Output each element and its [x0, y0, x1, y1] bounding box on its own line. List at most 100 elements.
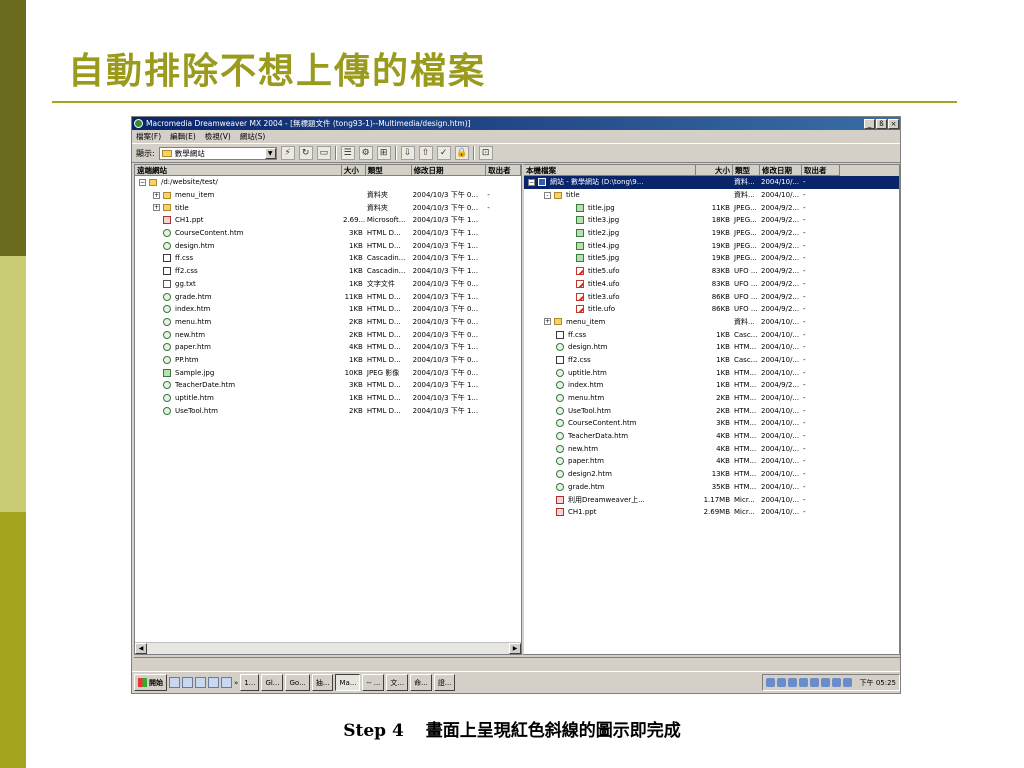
tray-icon[interactable] — [842, 678, 852, 687]
taskbar-task-button[interactable]: 抽... — [311, 674, 334, 691]
tray-icon[interactable] — [765, 678, 775, 687]
table-row[interactable]: index.htm 1KB HTML D... 2004/10/3 下午 0... — [135, 303, 521, 316]
tray-icon[interactable] — [831, 678, 841, 687]
table-row[interactable]: menu.htm 2KB HTM... 2004/10/... - — [524, 392, 899, 405]
menu-view[interactable]: 檢視(V) — [205, 131, 231, 142]
taskbar-task-button[interactable]: 證... — [433, 674, 456, 691]
table-row[interactable]: title4.jpg 19KB JPEG... 2004/9/2... - — [524, 239, 899, 252]
quick-launch-folder-icon[interactable] — [208, 677, 219, 688]
taskbar-task-button[interactable]: Go... — [285, 674, 310, 691]
table-row[interactable]: uptitle.htm 1KB HTM... 2004/10/... - — [524, 366, 899, 379]
menu-file[interactable]: 檔案(F) — [136, 131, 161, 142]
quick-launch-desktop-icon[interactable] — [195, 677, 206, 688]
quick-launch-search-icon[interactable] — [221, 677, 232, 688]
table-row[interactable]: gg.txt 1KB 文字文件 2004/10/3 下午 0... — [135, 278, 521, 291]
site-map-icon[interactable]: ⊞ — [376, 146, 391, 160]
chevron-down-icon[interactable]: ▼ — [264, 147, 276, 159]
testing-server-icon[interactable]: ⚙ — [358, 146, 373, 160]
table-row[interactable]: UseTool.htm 2KB HTM... 2004/10/... - — [524, 404, 899, 417]
table-row[interactable]: CH1.ppt 2.69... Microsoft... 2004/10/3 下午 1… — [135, 214, 521, 227]
refresh-icon[interactable]: ↻ — [298, 146, 313, 160]
expand-toggle[interactable]: + — [153, 191, 160, 199]
table-row[interactable]: design2.htm 13KB HTM... 2004/10/... - — [524, 468, 899, 481]
menu-site[interactable]: 網站(S) — [240, 131, 266, 142]
table-row[interactable]: grade.htm 11KB HTML D... 2004/10/3 下午 1... — [135, 290, 521, 303]
table-row[interactable]: title3.ufo 86KB UFO ... 2004/9/2... - — [524, 290, 899, 303]
column-header-size[interactable]: 大小 — [341, 165, 366, 176]
site-dropdown[interactable]: 數學網站 ▼ — [158, 146, 277, 160]
local-root-row[interactable]: − 網站 - 數學網站 (D:\tong\9... 資料... 2004/10/… — [524, 176, 899, 189]
table-row[interactable]: paper.htm 4KB HTM... 2004/10/... - — [524, 455, 899, 468]
table-row[interactable]: + menu_item 資料夾 2004/10/3 下午 0... - — [135, 189, 521, 202]
menu-edit[interactable]: 編輯(E) — [170, 131, 196, 142]
taskbar-task-button[interactable]: 命... — [410, 674, 432, 691]
site-files-icon[interactable]: ☰ — [340, 146, 355, 160]
expand-toggle[interactable]: + — [544, 318, 551, 326]
table-row[interactable]: 利用Dreamweaver上... 1.17MB Micr... 2004/10/..… — [524, 493, 899, 506]
table-row[interactable]: Sample.jpg 10KB JPEG 影像 2004/10/3 下午 0... — [135, 366, 521, 379]
taskbar-task-button[interactable]: -- ... — [362, 674, 385, 691]
column-header-checked-out[interactable]: 取出者 — [486, 165, 521, 176]
check-out-icon[interactable]: ✓ — [436, 146, 451, 160]
restore-button[interactable]: ß — [876, 118, 887, 129]
table-row[interactable]: TeacherDate.htm 3KB HTML D... 2004/10/3 下午 … — [135, 379, 521, 392]
table-row[interactable]: title2.jpg 19KB JPEG... 2004/9/2... - — [524, 227, 899, 240]
remote-horizontal-scrollbar[interactable]: ◀ ▶ — [135, 642, 521, 654]
table-row[interactable]: CourseContent.htm 3KB HTM... 2004/10/... - — [524, 417, 899, 430]
tray-icon[interactable] — [776, 678, 786, 687]
remote-root-row[interactable]: − /d:/website/test/ — [135, 176, 521, 189]
column-header-name[interactable]: 遠端網站 — [135, 165, 342, 176]
expand-collapse-icon[interactable]: ⊡ — [478, 146, 493, 160]
table-row[interactable]: ff2.css 1KB Casc... 2004/10/... - — [524, 354, 899, 367]
column-header-size[interactable]: 大小 — [696, 165, 733, 176]
table-row[interactable]: ff2.css 1KB Cascadin... 2004/10/3 下午 1... — [135, 265, 521, 278]
taskbar-task-button[interactable]: 文... — [386, 674, 409, 691]
close-button[interactable]: × — [888, 118, 899, 129]
quick-launch-chevron[interactable]: » — [234, 679, 238, 687]
table-row[interactable]: CH1.ppt 2.69MB Micr... 2004/10/... - — [524, 506, 899, 519]
table-row[interactable]: uptitle.htm 1KB HTML D... 2004/10/3 下午 1... — [135, 392, 521, 405]
table-row[interactable]: + title 資料夾 2004/10/3 下午 0... - — [135, 201, 521, 214]
column-header-type[interactable]: 類型 — [365, 165, 412, 176]
quick-launch-outlook-icon[interactable] — [182, 677, 193, 688]
taskbar-task-button[interactable]: Gl... — [261, 674, 284, 691]
table-row[interactable]: grade.htm 35KB HTM... 2004/10/... - — [524, 481, 899, 494]
put-files-icon[interactable]: ⇧ — [418, 146, 433, 160]
table-row[interactable]: TeacherData.htm 4KB HTM... 2004/10/... - — [524, 430, 899, 443]
table-row[interactable]: ff.css 1KB Casc... 2004/10/... - — [524, 328, 899, 341]
window-titlebar[interactable]: Macromedia Dreamweaver MX 2004 - [無標題文件 … — [132, 117, 900, 130]
column-header-name[interactable]: 本機檔案 — [524, 165, 696, 176]
column-header-date[interactable]: 修改日期 — [411, 165, 487, 176]
column-header-date[interactable]: 修改日期 — [760, 165, 802, 176]
table-row[interactable]: PP.htm 1KB HTML D... 2004/10/3 下午 0... — [135, 354, 521, 367]
table-row[interactable]: title5.jpg 19KB JPEG... 2004/9/2... - — [524, 252, 899, 265]
table-row[interactable]: - title 資料... 2004/10/... - — [524, 189, 899, 202]
tray-icon[interactable] — [798, 678, 808, 687]
expand-toggle[interactable]: + — [153, 204, 160, 212]
table-row[interactable]: ff.css 1KB Cascadin... 2004/10/3 下午 1... — [135, 252, 521, 265]
collapse-toggle[interactable]: − — [139, 178, 146, 186]
minimize-button[interactable]: _ — [864, 118, 875, 129]
scroll-right-icon[interactable]: ▶ — [509, 643, 521, 654]
table-row[interactable]: new.htm 4KB HTM... 2004/10/... - — [524, 442, 899, 455]
scroll-left-icon[interactable]: ◀ — [135, 643, 147, 654]
tray-icon[interactable] — [820, 678, 830, 687]
table-row[interactable]: + menu_item 資料... 2004/10/... - — [524, 316, 899, 329]
start-button[interactable]: 開始 — [134, 674, 167, 691]
table-row[interactable]: design.htm 1KB HTML D... 2004/10/3 下午 1... — [135, 239, 521, 252]
expand-toggle[interactable]: - — [544, 191, 551, 199]
column-header-type[interactable]: 類型 — [733, 165, 760, 176]
connect-icon[interactable]: ⚡ — [280, 146, 295, 160]
get-files-icon[interactable]: ⇩ — [400, 146, 415, 160]
column-header-checked-out[interactable]: 取出者 — [802, 165, 840, 176]
table-row[interactable]: title.ufo 86KB UFO ... 2004/9/2... - — [524, 303, 899, 316]
table-row[interactable]: UseTool.htm 2KB HTML D... 2004/10/3 下午 1... — [135, 404, 521, 417]
table-row[interactable]: title5.ufo 83KB UFO ... 2004/9/2... - — [524, 265, 899, 278]
table-row[interactable]: menu.htm 2KB HTML D... 2004/10/3 下午 0... — [135, 316, 521, 329]
tray-icon[interactable] — [809, 678, 819, 687]
taskbar-task-button[interactable]: Ma... — [335, 674, 361, 691]
tray-icon[interactable] — [787, 678, 797, 687]
taskbar-task-button[interactable]: 1... — [240, 674, 260, 691]
table-row[interactable]: title.jpg 11KB JPEG... 2004/9/2... - — [524, 201, 899, 214]
table-row[interactable]: index.htm 1KB HTM... 2004/9/2... - — [524, 379, 899, 392]
